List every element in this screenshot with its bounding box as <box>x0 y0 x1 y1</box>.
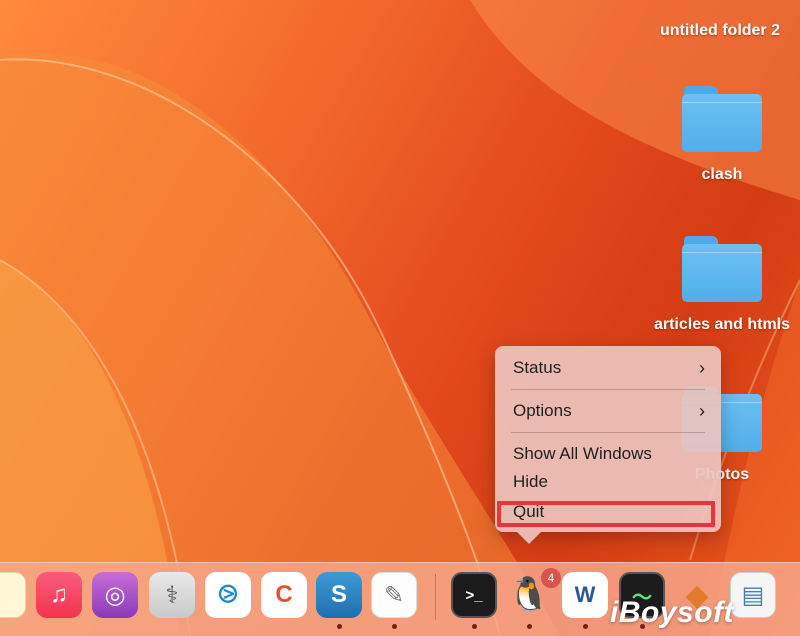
dock-context-menu: Status › Options › Show All Windows Hide… <box>495 346 721 544</box>
desktop: untitled folder 2 clash articles and htm… <box>0 0 800 636</box>
folder-icon <box>682 86 762 152</box>
notification-badge: 4 <box>541 568 561 588</box>
notes-icon[interactable] <box>0 572 26 618</box>
running-indicator <box>472 624 477 629</box>
running-indicator <box>392 624 397 629</box>
chevron-right-icon: › <box>699 401 705 421</box>
menu-item-status[interactable]: Status › <box>495 354 721 382</box>
menu-item-label: Status <box>513 358 562 377</box>
preview-icon[interactable]: ▤ <box>730 572 776 618</box>
running-indicator <box>527 624 532 629</box>
word-icon[interactable]: W <box>562 572 608 618</box>
menu-separator <box>511 432 705 433</box>
folder-icon <box>682 236 762 302</box>
textedit-icon[interactable]: ✎ <box>371 572 417 618</box>
folder-label: articles and htmls <box>653 316 791 333</box>
folder-label: untitled folder 2 <box>660 22 780 39</box>
menu-separator <box>511 389 705 390</box>
snagit-icon[interactable]: S <box>316 572 362 618</box>
chevron-right-icon: › <box>699 358 705 378</box>
podcasts-icon[interactable]: ◎ <box>92 572 138 618</box>
creative-cloud-icon[interactable]: C <box>261 572 307 618</box>
terminal-icon[interactable]: >_ <box>451 572 497 618</box>
menu-item-label: Show All Windows <box>513 444 652 463</box>
desktop-item-untitled-folder-2[interactable]: untitled folder 2 <box>640 22 800 40</box>
dock-divider <box>435 574 436 620</box>
iboysoft-watermark: iBoysoft <box>610 596 734 629</box>
desktop-item-articles-and-htmls[interactable]: articles and htmls <box>642 236 800 334</box>
running-indicator <box>583 624 588 629</box>
folder-label: clash <box>701 166 743 183</box>
vscode-icon[interactable]: ⧁ <box>205 572 251 618</box>
menu-item-options[interactable]: Options › <box>495 397 721 425</box>
disk-utility-icon[interactable]: ⚕ <box>149 572 195 618</box>
desktop-item-clash[interactable]: clash <box>642 86 800 184</box>
quit-highlight-box <box>497 501 715 527</box>
menu-item-show-all-windows[interactable]: Show All Windows <box>495 440 721 468</box>
music-icon[interactable]: ♫ <box>36 572 82 618</box>
menu-item-label: Options <box>513 401 572 420</box>
menu-item-hide[interactable]: Hide <box>495 468 721 496</box>
running-indicator <box>337 624 342 629</box>
menu-item-label: Hide <box>513 472 548 491</box>
